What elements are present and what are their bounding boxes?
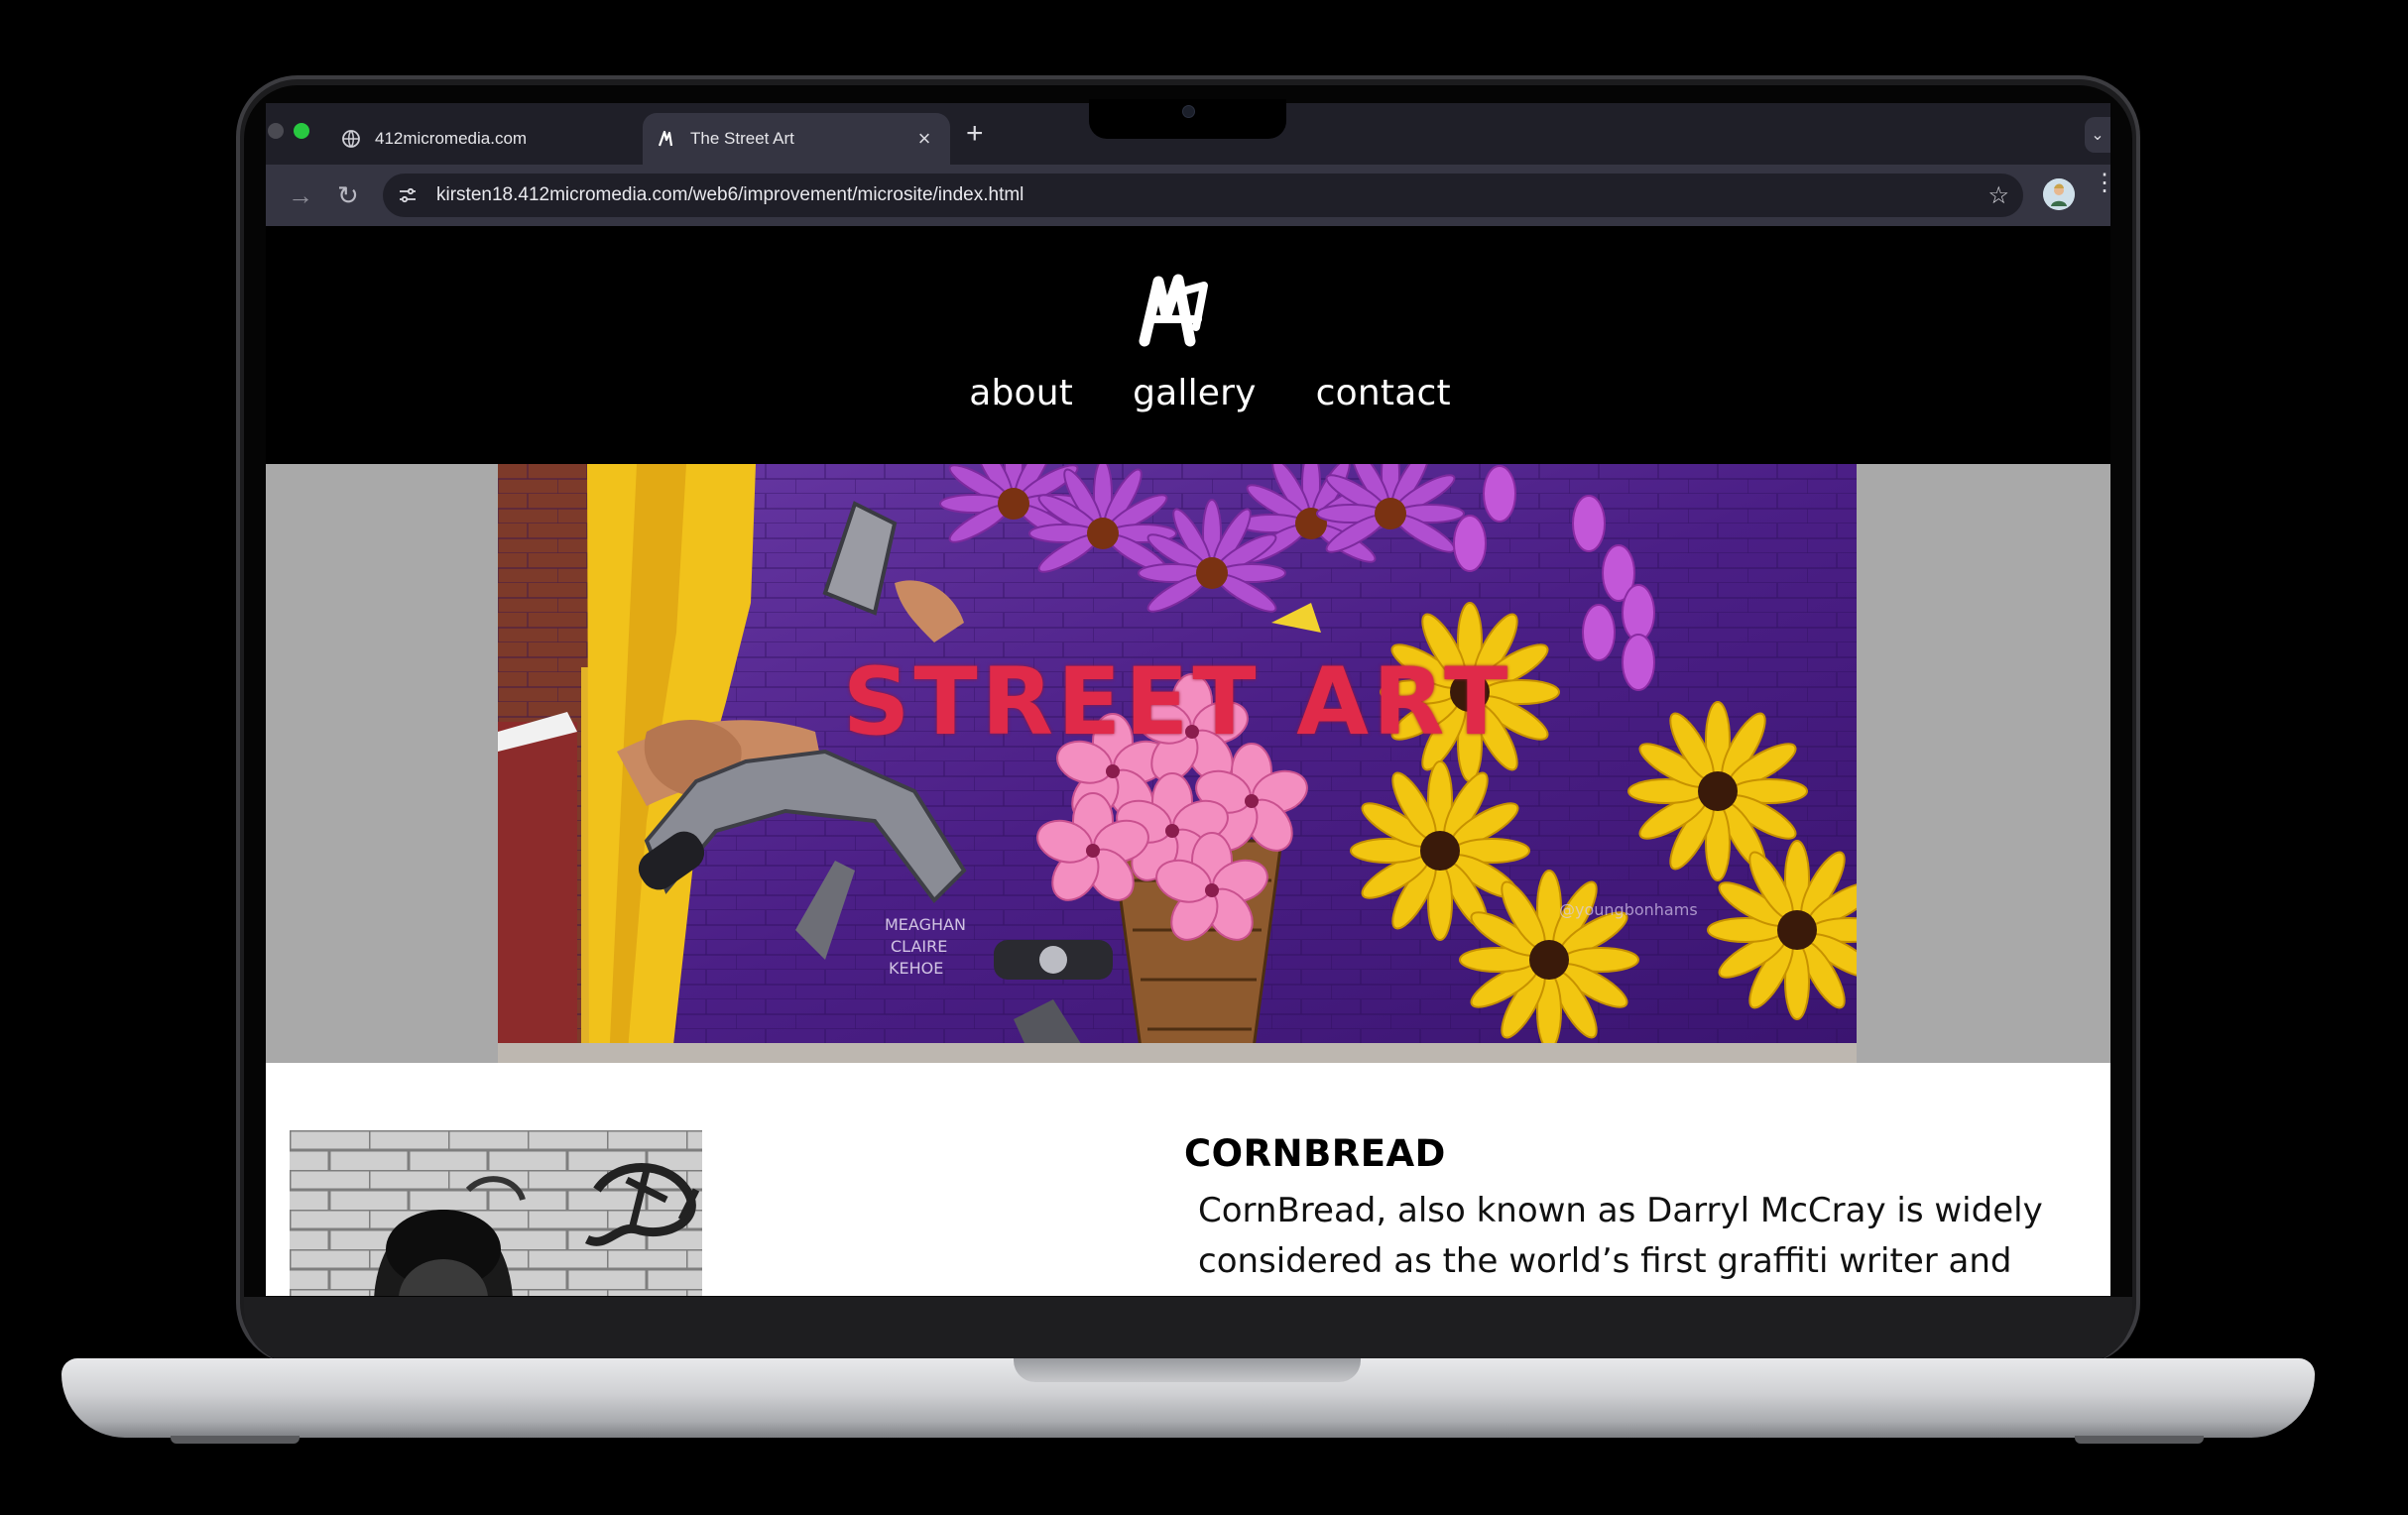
address-bar[interactable]: kirsten18.412micromedia.com/web6/improve… <box>383 174 2023 217</box>
lid-open-notch <box>1014 1358 1361 1382</box>
chevron-down-icon: ⌄ <box>2091 127 2105 144</box>
lower-bezel <box>244 1297 2132 1362</box>
tab-412micromedia[interactable]: 412micromedia.com × <box>327 113 696 165</box>
webpage: about gallery contact MEAGHAN CLAIRE KEH… <box>266 226 2110 1296</box>
svg-text:CLAIRE: CLAIRE <box>891 937 947 956</box>
url-text: kirsten18.412micromedia.com/web6/improve… <box>436 184 1024 205</box>
tab-search-button[interactable]: ⌄ <box>2085 117 2110 153</box>
nav-contact[interactable]: contact <box>1316 373 1451 413</box>
site-logo[interactable] <box>1139 272 1212 349</box>
svg-text:KEHOE: KEHOE <box>889 959 943 978</box>
site-settings-icon[interactable] <box>397 184 419 206</box>
hero-mural-image: MEAGHAN CLAIRE KEHOE @youngbonhams STREE… <box>498 464 1857 1063</box>
window-minimize-button[interactable] <box>268 123 284 139</box>
screen: 412micromedia.com × The Street Art × + ⌄… <box>266 103 2110 1296</box>
main-nav: about gallery contact <box>288 373 2110 413</box>
reload-button[interactable]: ↻ <box>337 180 359 211</box>
bookmark-star-icon[interactable]: ☆ <box>1987 181 2009 210</box>
svg-text:MEAGHAN: MEAGHAN <box>885 915 966 934</box>
laptop-foot <box>2075 1436 2204 1444</box>
site-logo-icon <box>657 129 676 149</box>
nav-gallery[interactable]: gallery <box>1133 373 1257 413</box>
profile-avatar[interactable] <box>2043 178 2075 210</box>
browser-menu-button[interactable]: ⋮ <box>2093 172 2110 195</box>
artist-name: CORNBREAD <box>1184 1132 1446 1175</box>
artist-bio: CornBread, also known as Darryl McCray i… <box>1198 1191 2043 1281</box>
close-icon[interactable]: × <box>912 126 936 152</box>
artist-section: CORNBREAD CornBread, also known as Darry… <box>266 1063 2110 1296</box>
camera-icon <box>1182 105 1195 118</box>
laptop-foot <box>171 1436 300 1444</box>
globe-icon <box>341 129 361 149</box>
tab-label: 412micromedia.com <box>375 129 528 148</box>
tab-label: The Street Art <box>690 129 794 148</box>
hero-title: STREET ART <box>842 648 1512 757</box>
window-zoom-button[interactable] <box>294 123 309 139</box>
nav-about[interactable]: about <box>969 373 1073 413</box>
forward-button[interactable]: → <box>288 180 313 211</box>
svg-text:@youngbonhams: @youngbonhams <box>1559 900 1698 919</box>
cornbread-photo <box>290 1130 702 1296</box>
new-tab-button[interactable]: + <box>966 117 984 151</box>
hero-band: MEAGHAN CLAIRE KEHOE @youngbonhams STREE… <box>266 464 2110 1063</box>
browser-toolbar: → ↻ kirsten18.412micromedia.com/web6/imp… <box>266 165 2110 226</box>
tab-the-street-art[interactable]: The Street Art × <box>643 113 950 165</box>
